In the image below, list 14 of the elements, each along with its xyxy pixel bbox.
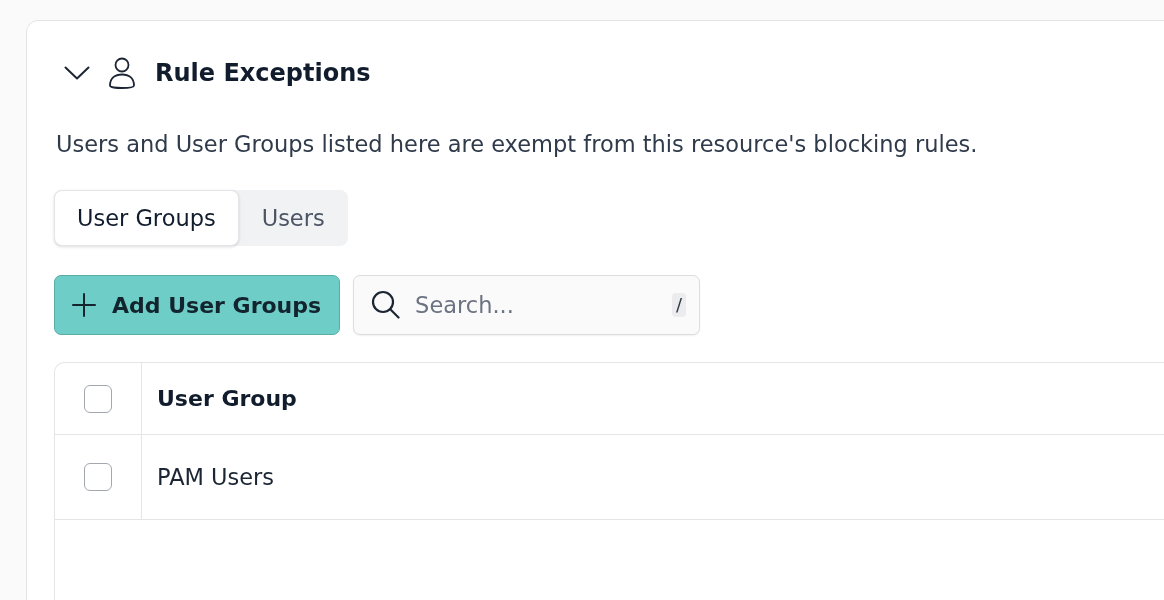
column-header: User Group	[157, 386, 297, 411]
section-description: Users and User Groups listed here are exempt from this resource's blocking rules.	[56, 130, 979, 158]
table-cell: PAM Users	[157, 464, 275, 490]
keyboard-shortcut: /	[672, 293, 687, 317]
add-user-groups-button[interactable]: Add User Groups	[54, 275, 341, 335]
chevron-icon[interactable]	[64, 66, 90, 80]
plus-icon	[72, 293, 96, 317]
search-icon	[371, 290, 401, 319]
person-icon	[108, 57, 136, 89]
tab[interactable]: User Groups	[54, 190, 239, 246]
checkbox[interactable]	[84, 384, 112, 413]
tab[interactable]: Users	[238, 190, 348, 246]
section-title: Rule Exceptions	[155, 59, 371, 87]
checkbox[interactable]	[84, 463, 112, 491]
